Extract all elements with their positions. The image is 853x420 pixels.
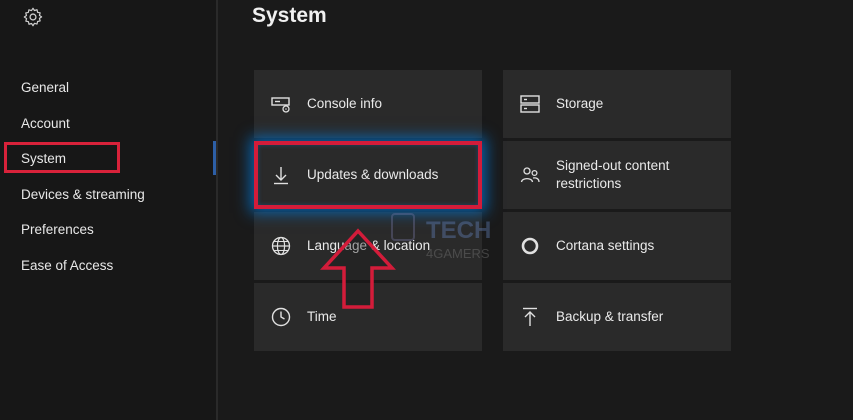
sidebar-item-preferences[interactable]: Preferences (0, 212, 216, 248)
tile-label: Signed-out content restrictions (556, 158, 670, 191)
tile-label: Backup & transfer (556, 309, 664, 324)
scrollbar[interactable] (213, 141, 216, 175)
tile-cortana-settings[interactable]: Cortana settings (503, 212, 731, 280)
tile-backup-transfer[interactable]: Backup & transfer (503, 283, 731, 351)
tile-label: Language & location (307, 238, 431, 253)
sidebar-item-label: Account (21, 115, 70, 131)
clock-icon (270, 306, 292, 328)
globe-icon (270, 235, 292, 257)
tile-label: Cortana settings (556, 238, 655, 253)
tile-label: Storage (556, 96, 604, 111)
sidebar-nav: General Account System Devices & streami… (0, 70, 216, 283)
sidebar-item-account[interactable]: Account (0, 106, 216, 142)
tile-label: Console info (307, 96, 383, 111)
tile-updates-downloads[interactable]: Updates & downloads (254, 141, 482, 209)
page-title: System (252, 4, 327, 27)
sidebar-item-label: Devices & streaming (21, 186, 145, 202)
download-icon (270, 164, 292, 186)
tile-storage[interactable]: Storage (503, 70, 731, 138)
sidebar-item-general[interactable]: General (0, 70, 216, 106)
sidebar-item-devices-streaming[interactable]: Devices & streaming (0, 177, 216, 213)
sidebar-divider (216, 0, 218, 420)
tile-signed-out-content-restrictions[interactable]: Signed-out content restrictions (503, 141, 731, 209)
upload-icon (519, 306, 541, 328)
sidebar-item-ease-of-access[interactable]: Ease of Access (0, 248, 216, 284)
sidebar-item-label: Preferences (21, 222, 94, 238)
tile-language-location[interactable]: Language & location (254, 212, 482, 280)
settings-grid: Console info Storage Updates & downloads (254, 70, 731, 352)
sidebar-item-system[interactable]: System (0, 141, 216, 177)
sidebar: General Account System Devices & streami… (0, 0, 216, 420)
tile-console-info[interactable]: Console info (254, 70, 482, 138)
tile-label: Time (307, 309, 337, 324)
sidebar-item-label: System (21, 151, 67, 167)
tile-time[interactable]: Time (254, 283, 482, 351)
cortana-icon (519, 235, 541, 257)
storage-icon (519, 93, 541, 115)
sidebar-item-label: General (21, 80, 70, 96)
console-icon (270, 93, 292, 115)
tile-label: Updates & downloads (307, 167, 439, 182)
gear-icon[interactable] (22, 6, 44, 28)
sidebar-item-label: Ease of Access (21, 257, 114, 273)
people-icon (519, 164, 541, 186)
